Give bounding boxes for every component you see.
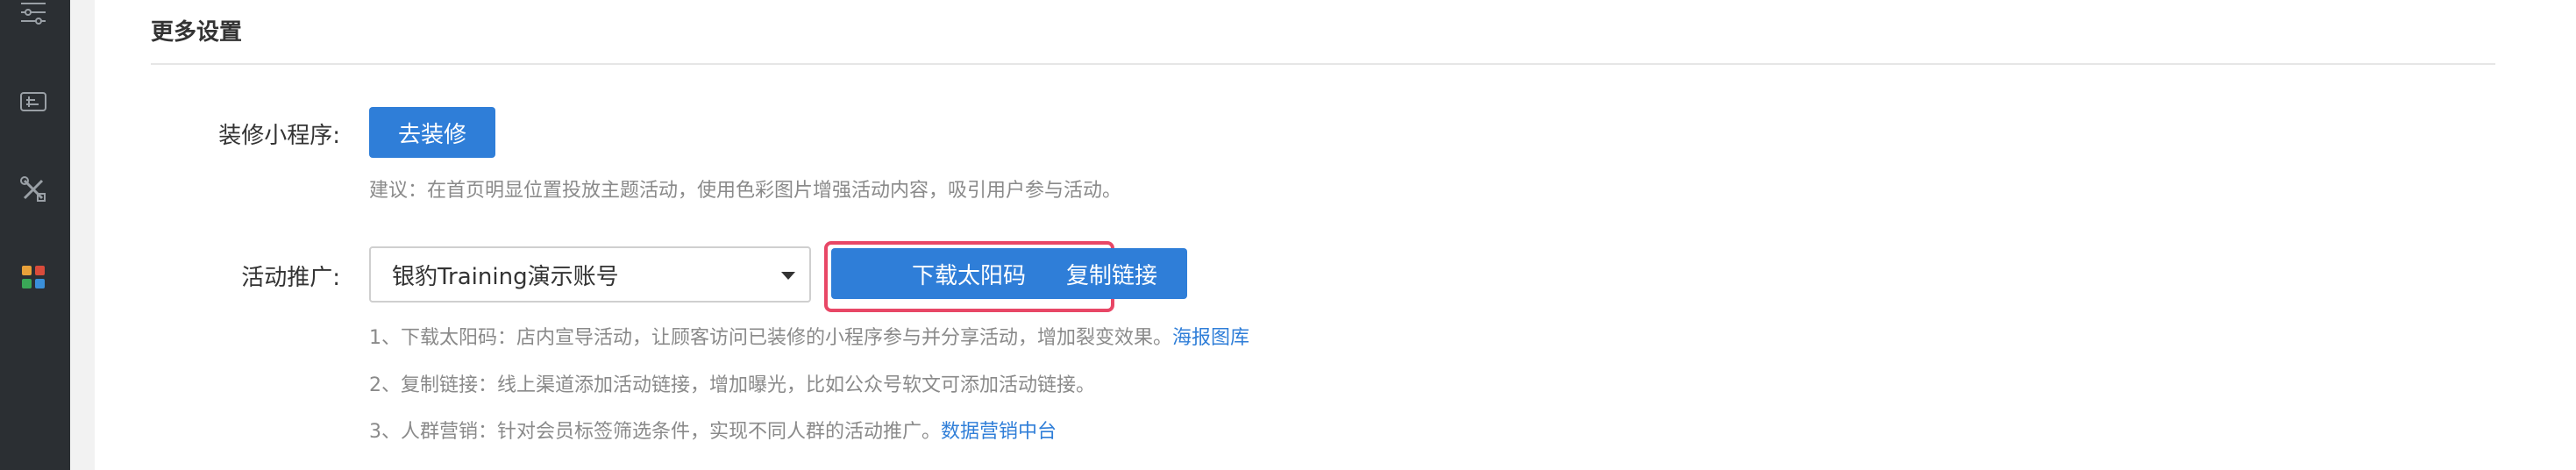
promotion-hint-3: 3、人群营销：针对会员标签筛选条件，实现不同人群的活动推广。数据营销中台 [369, 416, 1057, 444]
card-icon[interactable] [16, 84, 51, 119]
decorate-hint: 建议：在首页明显位置投放主题活动，使用色彩图片增强活动内容，吸引用户参与活动。 [369, 180, 1122, 202]
data-marketing-link[interactable]: 数据营销中台 [941, 421, 1057, 443]
account-select-value: 银豹Training演示账号 [392, 263, 619, 290]
apps-icon[interactable] [16, 260, 51, 295]
settings-panel: 更多设置 装修小程序: 去装修 建议：在首页明显位置投放主题活动，使用色彩图片增… [95, 0, 2576, 470]
chevron-down-icon [781, 272, 795, 280]
tools-icon[interactable] [16, 172, 51, 207]
sidebar [0, 0, 70, 470]
promotion-hint-2: 2、复制链接：线上渠道添加活动链接，增加曝光，比如公众号软文可添加活动链接。 [369, 369, 1095, 397]
promotion-hint-2-text: 2、复制链接：线上渠道添加活动链接，增加曝光，比如公众号软文可添加活动链接。 [369, 374, 1095, 396]
copy-link-button[interactable]: 复制链接 [1036, 248, 1187, 299]
decorate-label: 装修小程序: [218, 123, 340, 149]
promotion-hint-1: 1、下载太阳码：店内宣导活动，让顾客访问已装修的小程序参与并分享活动，增加裂变效… [369, 322, 1249, 350]
promotion-hint-1-text: 1、下载太阳码：店内宣导活动，让顾客访问已装修的小程序参与并分享活动，增加裂变效… [369, 327, 1173, 349]
sliders-icon[interactable] [16, 0, 51, 30]
section-title: 更多设置 [151, 19, 243, 46]
poster-gallery-link[interactable]: 海报图库 [1172, 327, 1249, 349]
promotion-hint-3-text: 3、人群营销：针对会员标签筛选条件，实现不同人群的活动推广。 [369, 421, 941, 443]
promotion-label: 活动推广: [241, 265, 340, 291]
account-select[interactable]: 银豹Training演示账号 [369, 246, 811, 303]
section-divider [151, 63, 2495, 65]
decorate-button[interactable]: 去装修 [369, 107, 495, 158]
